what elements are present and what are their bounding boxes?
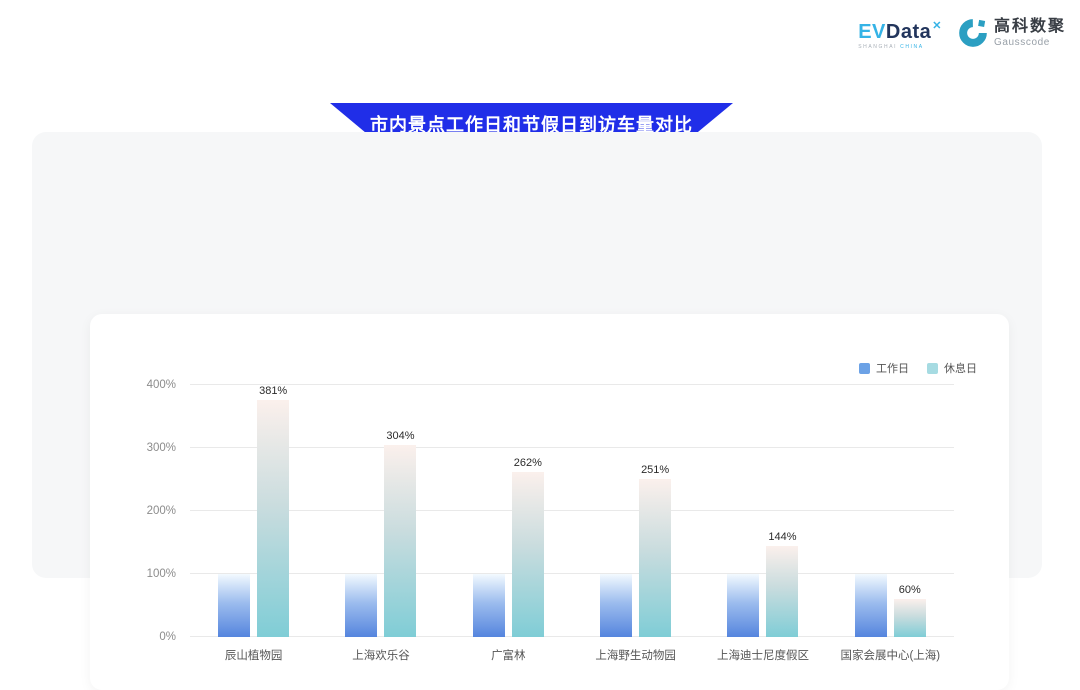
x-axis-label: 辰山植物园 — [225, 647, 283, 663]
legend-item[interactable]: 工作日 — [859, 360, 909, 376]
gausscode-logo: 高科数聚 Gausscode — [958, 18, 1066, 48]
bar-column: 144% — [766, 385, 798, 637]
bar-column: 262% — [512, 385, 544, 637]
chart-card: 工作日休息日 381%辰山植物园304%上海欢乐谷262%广富林251%上海野生… — [90, 314, 1009, 690]
legend-item[interactable]: 休息日 — [927, 360, 977, 376]
evdata-data-text: Data — [886, 21, 931, 43]
legend-swatch — [927, 363, 938, 374]
bar-value-label: 251% — [641, 464, 669, 476]
x-axis-label: 广富林 — [491, 647, 526, 663]
category-group: 304%上海欢乐谷 — [317, 385, 444, 637]
legend-label: 工作日 — [876, 360, 909, 376]
evdata-ev-text: EV — [858, 21, 886, 43]
gausscode-g-icon — [958, 18, 988, 48]
category-group: 262%广富林 — [445, 385, 572, 637]
bar-column — [727, 385, 759, 637]
bar-column — [600, 385, 632, 637]
bar-column — [218, 385, 250, 637]
bar — [257, 400, 289, 637]
bar-column: 381% — [257, 385, 289, 637]
gausscode-name-en: Gausscode — [994, 37, 1066, 48]
bar-value-label: 262% — [514, 457, 542, 469]
gausscode-text: 高科数聚 Gausscode — [994, 18, 1066, 48]
bar-value-label: 304% — [386, 430, 414, 442]
legend-swatch — [859, 363, 870, 374]
content-panel: 工作日休息日 381%辰山植物园304%上海欢乐谷262%广富林251%上海野生… — [32, 132, 1042, 578]
chart-plot-area: 381%辰山植物园304%上海欢乐谷262%广富林251%上海野生动物园144%… — [190, 385, 954, 637]
category-group: 60%国家会展中心(上海) — [827, 385, 954, 637]
bar — [384, 445, 416, 637]
bar-groups: 381%辰山植物园304%上海欢乐谷262%广富林251%上海野生动物园144%… — [190, 385, 954, 637]
bar-column: 251% — [639, 385, 671, 637]
evdata-subtitle: SHANGHAI CHINA — [858, 44, 923, 50]
evdata-logo-text: EVData✕ — [858, 16, 942, 42]
x-axis-label: 上海迪士尼度假区 — [717, 647, 809, 663]
y-axis-tick-label: 0% — [159, 631, 176, 643]
bar-column: 304% — [384, 385, 416, 637]
chart-legend: 工作日 休息日 — [859, 360, 977, 376]
bar — [766, 546, 798, 637]
bar-value-label: 144% — [768, 531, 796, 543]
bar — [512, 472, 544, 637]
bar — [345, 574, 377, 637]
bar — [855, 574, 887, 637]
x-axis-label: 国家会展中心(上海) — [840, 647, 940, 663]
bar-column — [345, 385, 377, 637]
y-axis-tick-label: 300% — [147, 442, 176, 454]
gausscode-name-cn: 高科数聚 — [994, 18, 1066, 36]
evdata-x-icon: ✕ — [932, 20, 942, 32]
evdata-logo: EVData✕ SHANGHAI CHINA — [858, 16, 942, 50]
bar-column: 60% — [894, 385, 926, 637]
bar — [727, 574, 759, 637]
y-axis-tick-label: 200% — [147, 505, 176, 517]
bar — [218, 574, 250, 637]
bar-value-label: 381% — [259, 385, 287, 397]
y-axis-tick-label: 100% — [147, 568, 176, 580]
bar — [600, 574, 632, 637]
category-group: 144%上海迪士尼度假区 — [699, 385, 826, 637]
bar — [639, 479, 671, 637]
x-axis-label: 上海欢乐谷 — [352, 647, 410, 663]
category-group: 251%上海野生动物园 — [572, 385, 699, 637]
category-group: 381%辰山植物园 — [190, 385, 317, 637]
legend-label: 休息日 — [944, 360, 977, 376]
bar-value-label: 60% — [899, 584, 921, 596]
x-axis-label: 上海野生动物园 — [595, 647, 676, 663]
evdata-subtitle-left: SHANGHAI — [858, 44, 897, 50]
bar-column — [473, 385, 505, 637]
bar-column — [855, 385, 887, 637]
bar — [473, 574, 505, 637]
evdata-subtitle-right: CHINA — [900, 44, 924, 50]
header-logos: EVData✕ SHANGHAI CHINA 高科数聚 Gausscode — [858, 16, 1066, 50]
bar — [894, 599, 926, 637]
y-axis-tick-label: 400% — [147, 379, 176, 391]
